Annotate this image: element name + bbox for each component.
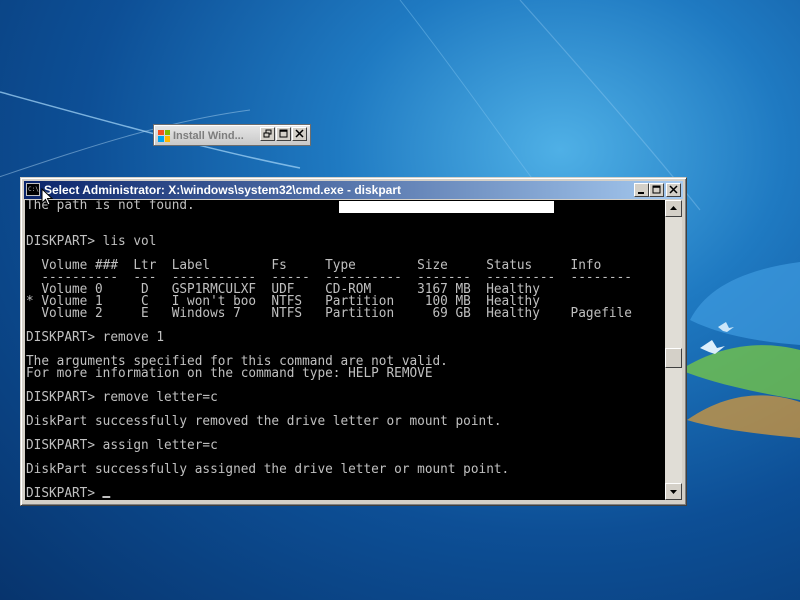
console-line: DISKPART> remove letter=c (25, 390, 218, 405)
console-icon[interactable]: C:\ (26, 183, 40, 196)
console-line: DISKPART> lis vol (25, 234, 157, 249)
cmd-window-title: Select Administrator: X:\windows\system3… (44, 183, 401, 197)
mouse-pointer-icon (41, 188, 53, 206)
minimize-icon (638, 192, 644, 194)
scroll-down-button[interactable] (665, 483, 682, 500)
text-cursor (102, 496, 111, 498)
cmd-title-bar[interactable]: C:\ Select Administrator: X:\windows\sys… (24, 181, 683, 199)
cmd-minimize-button[interactable] (634, 183, 649, 197)
install-windows-title-text: Install Wind... (173, 129, 244, 142)
console-text: The path is not found. DISKPART> lis vol … (25, 200, 652, 500)
console-line: DISKPART> assign letter=c (25, 438, 218, 453)
install-windows-close-button[interactable] (292, 127, 307, 141)
windows-flag-icon (158, 129, 170, 142)
install-windows-minimized-window[interactable]: Install Wind... (153, 124, 311, 146)
console-line: The path is not found. (25, 200, 195, 213)
console-line: DISKPART> (26, 487, 652, 500)
install-windows-maximize-button[interactable] (276, 127, 291, 141)
console-line: DiskPart successfully removed the drive … (25, 414, 502, 429)
close-icon (669, 185, 678, 194)
arrow-up-icon (670, 206, 677, 210)
console-line: For more information on the command type… (25, 366, 433, 381)
scroll-up-button[interactable] (665, 200, 682, 217)
cmd-caption-buttons (634, 183, 681, 197)
console-output[interactable]: The path is not found. DISKPART> lis vol … (25, 200, 665, 500)
cmd-maximize-button[interactable] (649, 183, 664, 197)
install-windows-title[interactable]: Install Wind... (158, 128, 252, 143)
close-icon (295, 129, 304, 138)
console-line: DiskPart successfully assigned the drive… (25, 462, 510, 477)
cmd-close-button[interactable] (666, 183, 681, 197)
maximize-icon (279, 129, 288, 138)
install-windows-restore-button[interactable] (260, 127, 275, 141)
restore-icon (263, 129, 272, 138)
console-line: Volume 2 E Windows 7 NTFS Partition 69 G… (25, 306, 632, 321)
install-windows-caption-buttons (260, 127, 307, 141)
arrow-down-icon (670, 490, 677, 494)
console-line: DISKPART> remove 1 (25, 330, 165, 345)
console-vertical-scrollbar[interactable] (665, 200, 682, 500)
maximize-icon (652, 185, 661, 194)
scrollbar-thumb[interactable] (665, 348, 682, 368)
cmd-window[interactable]: C:\ Select Administrator: X:\windows\sys… (20, 177, 687, 506)
